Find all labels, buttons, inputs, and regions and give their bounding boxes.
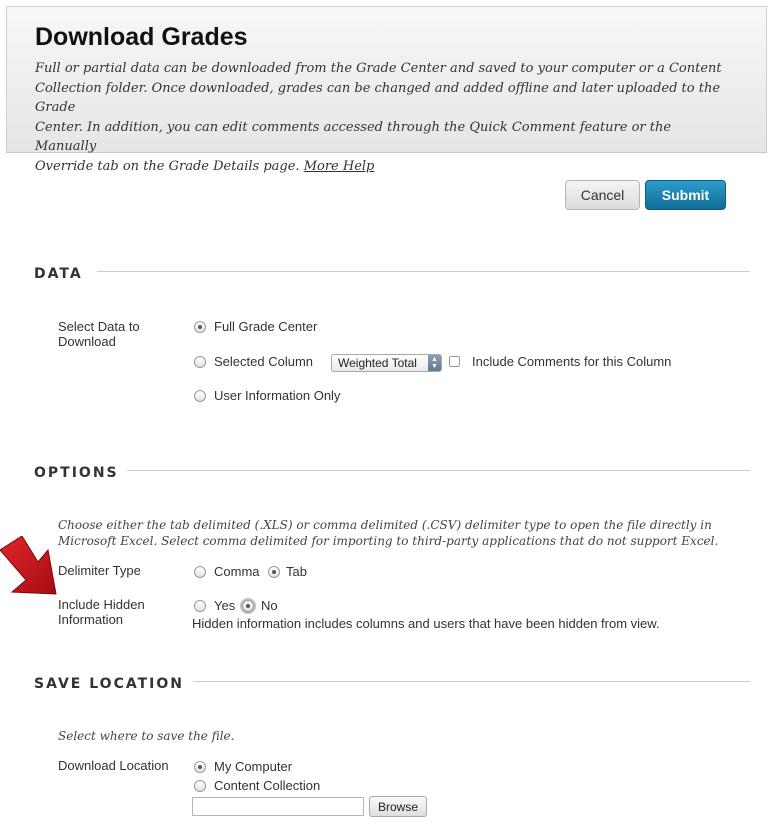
hidden-information-note: Hidden information includes columns and …	[192, 616, 660, 631]
select-data-label: Select Data to Download	[58, 319, 140, 349]
option-label: No	[261, 598, 278, 613]
description-line: Collection folder. Once downloaded, grad…	[35, 80, 721, 116]
option-label: Tab	[286, 564, 307, 579]
instructions-line: Microsoft Excel. Select comma delimited …	[58, 534, 719, 548]
section-divider	[97, 271, 750, 272]
page-description: Full or partial data can be downloaded f…	[35, 59, 725, 176]
include-comments-checkbox[interactable]	[449, 356, 460, 367]
option-comma[interactable]: Comma	[194, 564, 260, 579]
label-line: Download	[58, 334, 116, 349]
radio-comma[interactable]	[194, 565, 206, 578]
radio-tab[interactable]	[268, 565, 280, 578]
red-arrow-icon	[0, 536, 57, 595]
option-label: Selected Column	[214, 354, 313, 369]
option-label: User Information Only	[214, 388, 341, 403]
radio-user-information-only[interactable]	[194, 389, 206, 402]
label-line: Information	[58, 612, 124, 627]
section-divider	[127, 470, 750, 471]
option-hidden-no[interactable]: No	[242, 598, 278, 613]
option-user-information-only[interactable]: User Information Only	[194, 388, 340, 403]
label-line: Select Data to	[58, 319, 140, 334]
option-full-grade-center[interactable]: Full Grade Center	[194, 319, 317, 334]
options-instructions: Choose either the tab delimited (.XLS) o…	[58, 517, 718, 549]
include-comments-option[interactable]: Include Comments for this Column	[449, 354, 671, 369]
radio-hidden-no[interactable]	[242, 599, 254, 612]
include-comments-label: Include Comments for this Column	[472, 354, 672, 369]
radio-selected-column[interactable]	[194, 355, 206, 368]
option-content-collection[interactable]: Content Collection	[194, 778, 320, 793]
option-tab[interactable]: Tab	[268, 564, 307, 579]
more-help-link[interactable]: More Help	[304, 159, 375, 174]
browse-button[interactable]: Browse	[369, 796, 427, 817]
option-hidden-yes[interactable]: Yes	[194, 598, 235, 613]
radio-hidden-yes[interactable]	[194, 599, 206, 612]
section-title-options: OPTIONS	[34, 465, 119, 481]
cancel-button[interactable]: Cancel	[565, 180, 640, 210]
content-collection-path-input[interactable]	[192, 797, 364, 816]
download-location-label: Download Location	[58, 758, 169, 773]
option-selected-column[interactable]: Selected Column	[194, 354, 313, 369]
option-label: My Computer	[214, 759, 293, 774]
radio-full-grade-center[interactable]	[194, 320, 206, 333]
option-label: Comma	[214, 564, 260, 579]
radio-content-collection[interactable]	[194, 779, 206, 792]
option-my-computer[interactable]: My Computer	[194, 759, 292, 774]
radio-my-computer[interactable]	[194, 760, 206, 773]
option-label: Content Collection	[214, 778, 321, 793]
section-title-data: DATA	[34, 266, 83, 282]
select-arrows-icon: ▲ ▼	[428, 355, 441, 371]
instructions-line: Choose either the tab delimited (.XLS) o…	[58, 518, 712, 532]
page-header: Download Grades Full or partial data can…	[6, 6, 767, 174]
description-line: Center. In addition, you can edit commen…	[35, 119, 672, 155]
section-divider	[193, 681, 750, 682]
option-label: Full Grade Center	[214, 319, 318, 334]
column-select[interactable]: Weighted Total ▲ ▼	[331, 354, 442, 372]
submit-button[interactable]: Submit	[645, 180, 726, 210]
description-line: Override tab on the Grade Details page.	[35, 158, 300, 174]
description-line: Full or partial data can be downloaded f…	[35, 61, 722, 76]
column-select-value: Weighted Total	[338, 356, 417, 370]
option-label: Yes	[214, 598, 236, 613]
section-title-save-location: SAVE LOCATION	[34, 676, 184, 692]
page-title: Download Grades	[35, 23, 248, 51]
save-instructions: Select where to save the file.	[58, 729, 235, 743]
